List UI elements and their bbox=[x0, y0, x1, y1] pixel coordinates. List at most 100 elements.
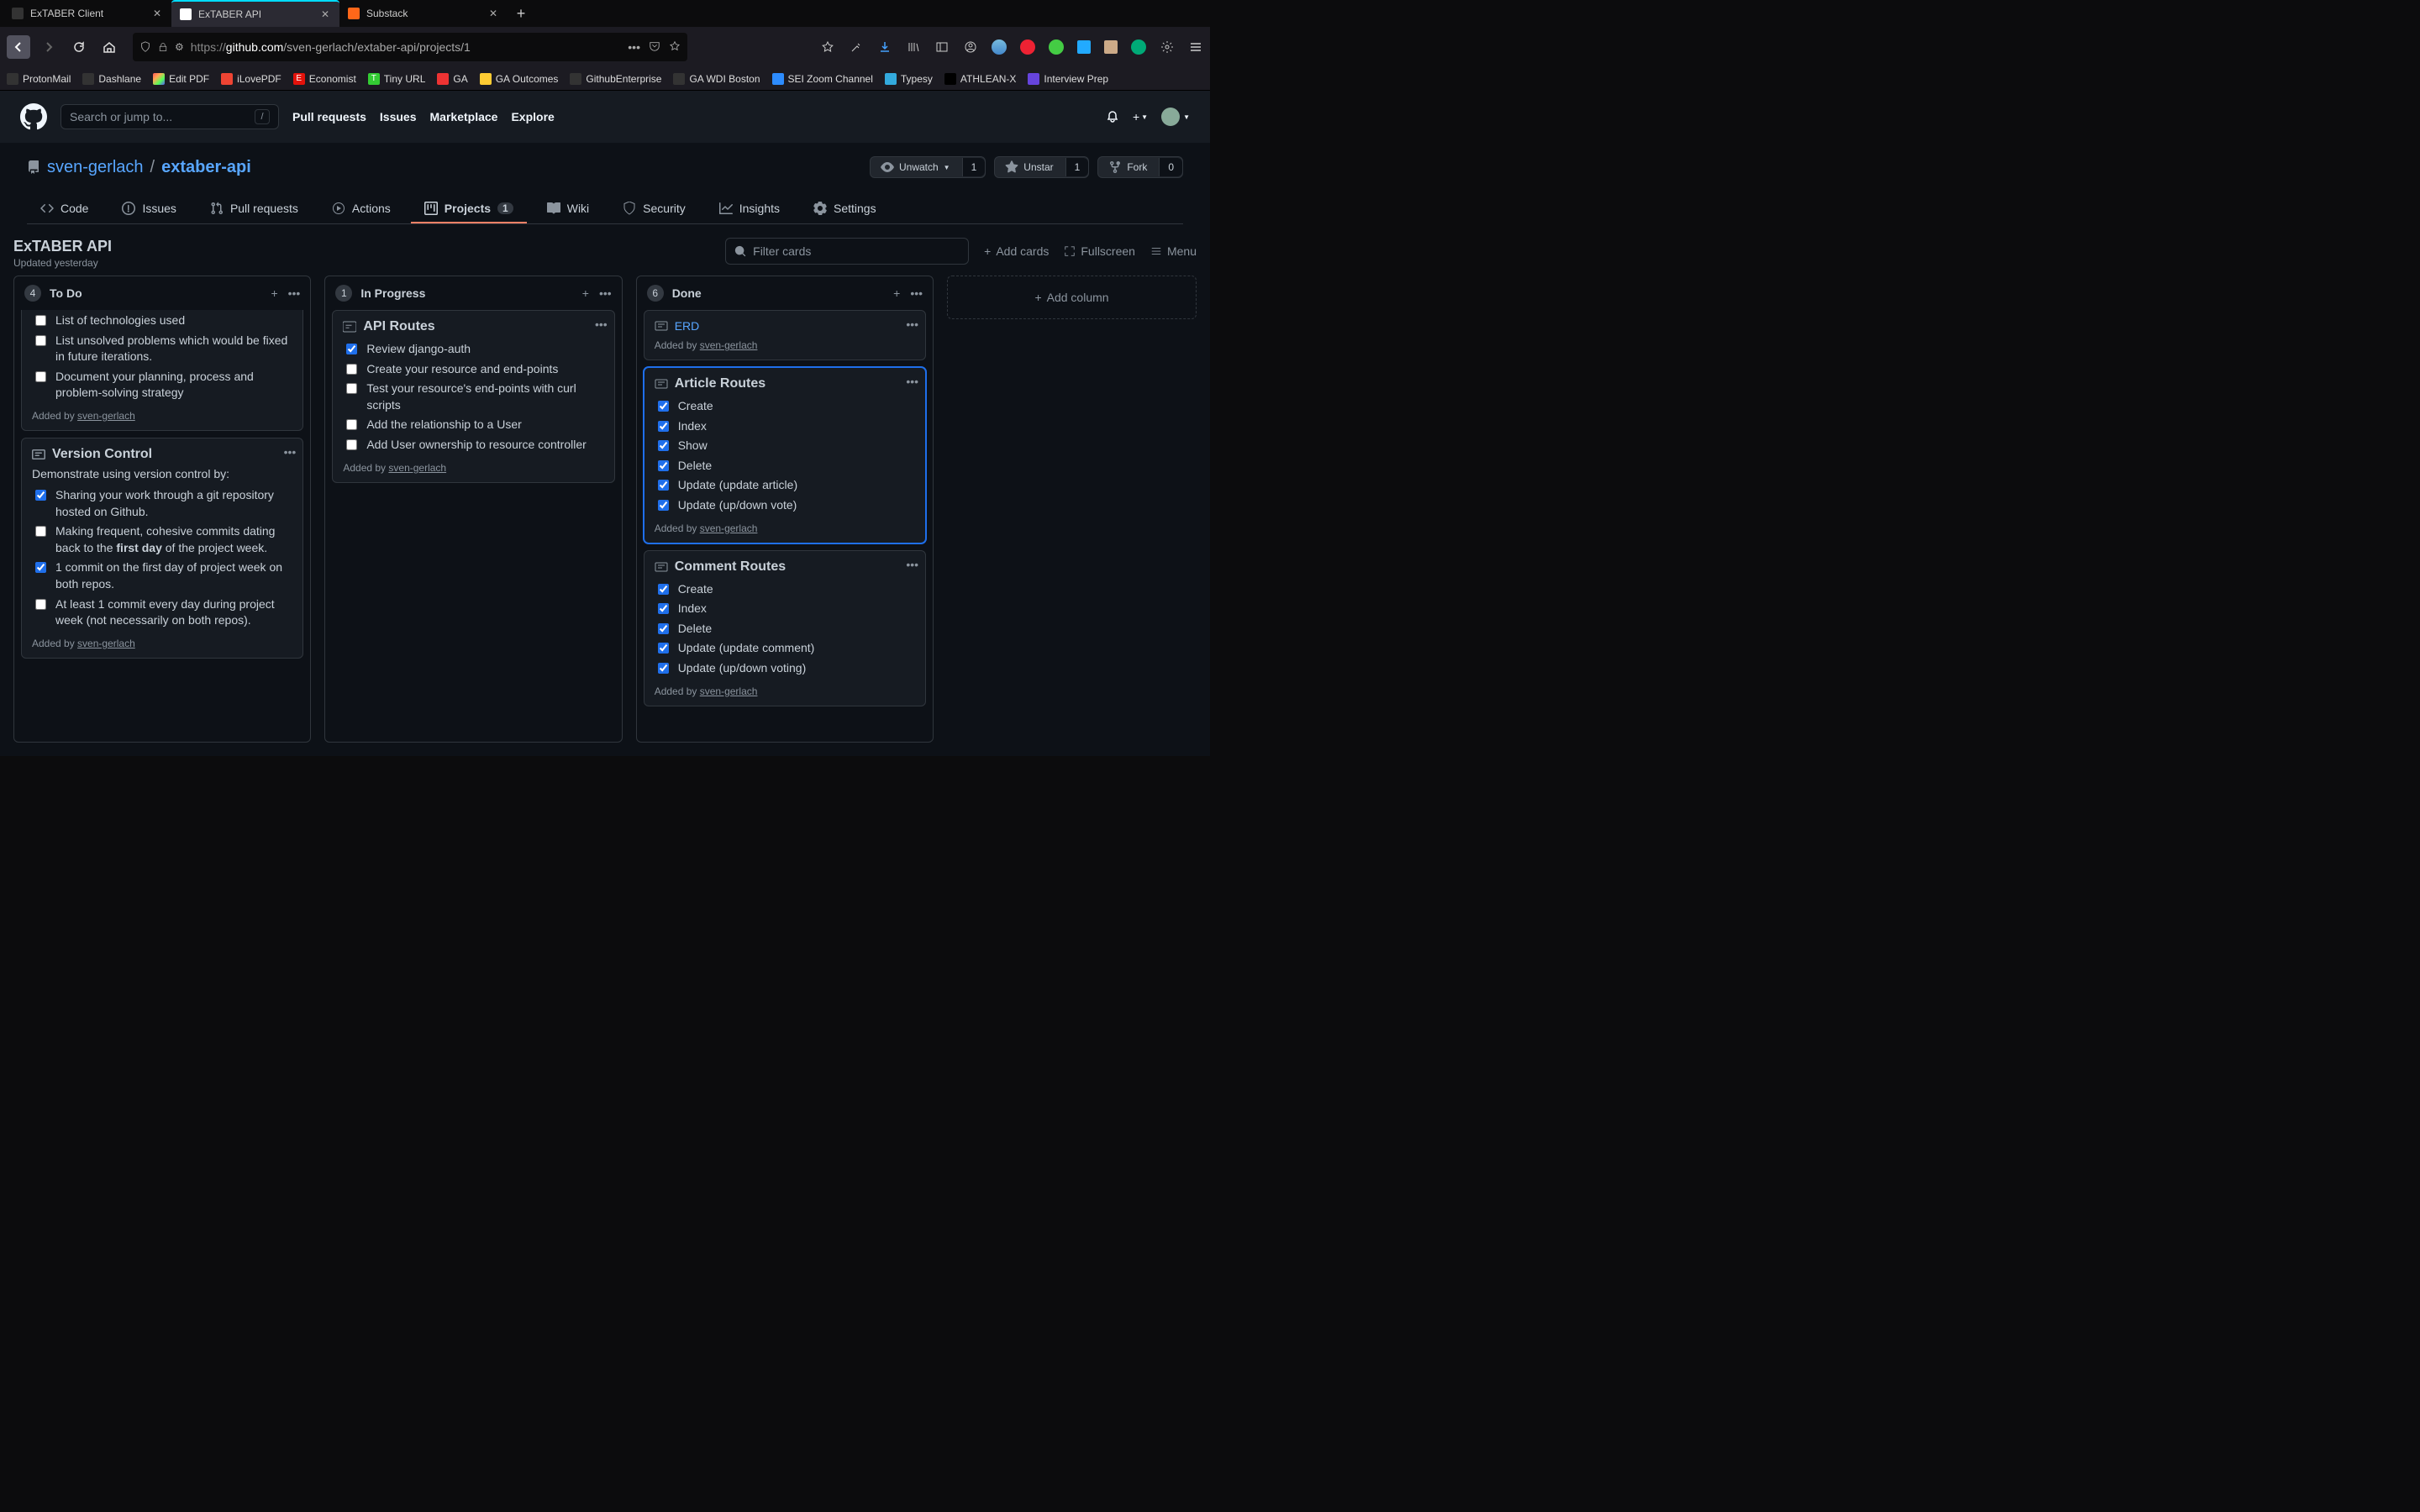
add-cards-button[interactable]: +Add cards bbox=[984, 244, 1049, 258]
checkbox[interactable] bbox=[346, 419, 357, 430]
ext-icon[interactable] bbox=[1131, 39, 1146, 55]
kebab-icon[interactable]: ••• bbox=[906, 375, 918, 388]
checkbox[interactable] bbox=[346, 439, 357, 450]
bookmark[interactable]: GA bbox=[437, 73, 467, 85]
checkbox[interactable] bbox=[658, 440, 669, 451]
checkbox[interactable] bbox=[35, 562, 46, 573]
tab-security[interactable]: Security bbox=[609, 195, 699, 223]
filter-cards-input[interactable]: Filter cards bbox=[725, 238, 969, 265]
tab-pulls[interactable]: Pull requests bbox=[197, 195, 312, 223]
repo-name-link[interactable]: extaber-api bbox=[161, 158, 251, 177]
add-card-icon[interactable]: + bbox=[893, 286, 900, 300]
tab-actions[interactable]: Actions bbox=[318, 195, 404, 223]
menu-icon[interactable] bbox=[1188, 39, 1203, 55]
card[interactable]: ••• ERD Added by sven-gerlach bbox=[644, 310, 926, 360]
add-column-button[interactable]: + Add column bbox=[947, 276, 1197, 319]
checkbox[interactable] bbox=[658, 500, 669, 511]
bookmark[interactable]: Typesy bbox=[885, 73, 933, 85]
sidebar-icon[interactable] bbox=[934, 39, 950, 55]
bookmark[interactable]: Edit PDF bbox=[153, 73, 209, 85]
new-tab-button[interactable]: + bbox=[508, 0, 534, 27]
tab-wiki[interactable]: Wiki bbox=[534, 195, 602, 223]
ext-icon[interactable] bbox=[1104, 40, 1118, 54]
bookmark[interactable]: EEconomist bbox=[293, 73, 356, 85]
checkbox[interactable] bbox=[35, 599, 46, 610]
checkbox[interactable] bbox=[35, 526, 46, 537]
bookmark[interactable]: GA Outcomes bbox=[480, 73, 559, 85]
checkbox[interactable] bbox=[35, 371, 46, 382]
ext-icon[interactable] bbox=[992, 39, 1007, 55]
kebab-icon[interactable]: ••• bbox=[288, 286, 301, 300]
card[interactable]: ••• Version Control Demonstrate using ve… bbox=[21, 438, 303, 659]
user-menu[interactable]: ▼ bbox=[1161, 108, 1190, 126]
bookmark[interactable]: SEI Zoom Channel bbox=[772, 73, 873, 85]
page-actions-icon[interactable]: ••• bbox=[628, 40, 640, 54]
close-icon[interactable]: ✕ bbox=[151, 8, 163, 19]
tab-issues[interactable]: Issues bbox=[108, 195, 189, 223]
reload-button[interactable] bbox=[67, 35, 91, 59]
bookmark[interactable]: ProtonMail bbox=[7, 73, 71, 85]
repo-owner-link[interactable]: sven-gerlach bbox=[47, 158, 144, 177]
home-button[interactable] bbox=[97, 35, 121, 59]
bookmark[interactable]: TTiny URL bbox=[368, 73, 426, 85]
checkbox[interactable] bbox=[346, 344, 357, 354]
bookmark[interactable]: GithubEnterprise bbox=[570, 73, 661, 85]
lock-icon[interactable] bbox=[158, 42, 168, 52]
toolbar-icon[interactable] bbox=[820, 39, 835, 55]
nav-explore[interactable]: Explore bbox=[511, 110, 554, 123]
checkbox[interactable] bbox=[35, 335, 46, 346]
github-search[interactable]: Search or jump to... / bbox=[60, 104, 279, 129]
checkbox[interactable] bbox=[658, 643, 669, 654]
shield-icon[interactable] bbox=[139, 41, 151, 53]
bookmark[interactable]: iLovePDF bbox=[221, 73, 281, 85]
add-card-icon[interactable]: + bbox=[271, 286, 277, 300]
back-button[interactable] bbox=[7, 35, 30, 59]
ext-icon[interactable] bbox=[1020, 39, 1035, 55]
add-menu[interactable]: +▼ bbox=[1133, 110, 1148, 123]
notifications-icon[interactable] bbox=[1106, 110, 1119, 123]
downloads-icon[interactable] bbox=[877, 39, 892, 55]
library-icon[interactable] bbox=[906, 39, 921, 55]
nav-marketplace[interactable]: Marketplace bbox=[430, 110, 498, 123]
browser-tab[interactable]: Substack ✕ bbox=[339, 0, 508, 27]
kebab-icon[interactable]: ••• bbox=[906, 318, 918, 331]
nav-issues[interactable]: Issues bbox=[380, 110, 417, 123]
url-bar[interactable]: ⚙ https://github.com/sven-gerlach/extabe… bbox=[133, 33, 687, 61]
checkbox[interactable] bbox=[658, 421, 669, 432]
browser-tab[interactable]: ExTABER Client ✕ bbox=[3, 0, 171, 27]
checkbox[interactable] bbox=[658, 460, 669, 471]
card[interactable]: ••• Comment Routes Create Index Delete U… bbox=[644, 550, 926, 706]
kebab-icon[interactable]: ••• bbox=[906, 558, 918, 571]
kebab-icon[interactable]: ••• bbox=[599, 286, 612, 300]
ext-icon[interactable] bbox=[1077, 40, 1091, 54]
menu-button[interactable]: Menu bbox=[1150, 244, 1197, 258]
close-icon[interactable]: ✕ bbox=[487, 8, 499, 19]
tab-projects[interactable]: Projects1 bbox=[411, 195, 527, 223]
close-icon[interactable]: ✕ bbox=[319, 8, 331, 20]
checkbox[interactable] bbox=[35, 315, 46, 326]
checkbox[interactable] bbox=[346, 383, 357, 394]
card[interactable]: ••• API Routes Review django-auth Create… bbox=[332, 310, 614, 483]
checkbox[interactable] bbox=[658, 603, 669, 614]
star-button[interactable]: Unstar 1 bbox=[994, 156, 1089, 178]
fork-button[interactable]: Fork 0 bbox=[1097, 156, 1183, 178]
bookmark[interactable]: ATHLEAN-X bbox=[944, 73, 1016, 85]
card[interactable]: List of technologies used List unsolved … bbox=[21, 310, 303, 431]
bookmark-star-icon[interactable] bbox=[669, 40, 681, 54]
pocket-icon[interactable] bbox=[649, 40, 660, 54]
github-logo-icon[interactable] bbox=[20, 103, 47, 130]
kebab-icon[interactable]: ••• bbox=[284, 445, 297, 459]
toolbar-icon[interactable] bbox=[849, 39, 864, 55]
account-icon[interactable] bbox=[963, 39, 978, 55]
checkbox[interactable] bbox=[658, 663, 669, 674]
kebab-icon[interactable]: ••• bbox=[595, 318, 608, 331]
tab-insights[interactable]: Insights bbox=[706, 195, 793, 223]
bookmark[interactable]: GA WDI Boston bbox=[673, 73, 760, 85]
browser-tab-active[interactable]: ExTABER API ✕ bbox=[171, 0, 339, 27]
permissions-icon[interactable]: ⚙ bbox=[175, 41, 184, 53]
checkbox[interactable] bbox=[346, 364, 357, 375]
checkbox[interactable] bbox=[658, 480, 669, 491]
settings-icon[interactable] bbox=[1160, 39, 1175, 55]
bookmark[interactable]: Dashlane bbox=[82, 73, 141, 85]
tab-settings[interactable]: Settings bbox=[800, 195, 890, 223]
